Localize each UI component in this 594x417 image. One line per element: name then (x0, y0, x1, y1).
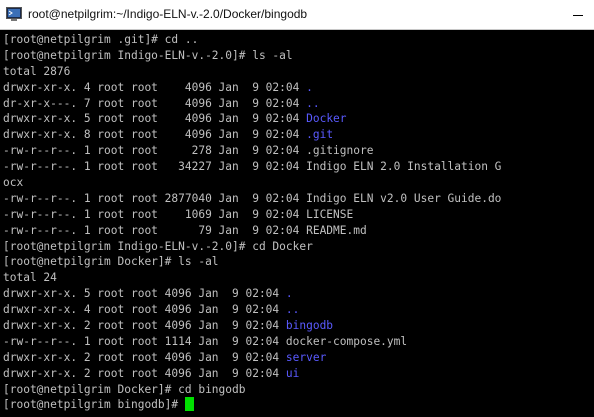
terminal-line: -rw-r--r--. 1 root root 278 Jan 9 02:04 … (3, 143, 594, 159)
terminal-text: drwxr-xr-x. 4 root root 4096 Jan 9 02:04 (3, 303, 286, 317)
terminal-line: ocx (3, 175, 594, 191)
terminal-line: drwxr-xr-x. 5 root root 4096 Jan 9 02:04… (3, 286, 594, 302)
terminal-text: total 2876 (3, 64, 71, 78)
terminal-text: drwxr-xr-x. 8 root root 4096 Jan 9 02:04 (3, 128, 307, 142)
directory-name: .. (285, 303, 300, 317)
directory-name: bingodb (285, 319, 334, 333)
terminal-text: drwxr-xr-x. 5 root root 4096 Jan 9 02:04 (3, 112, 307, 126)
terminal-line: -rw-r--r--. 1 root root 1069 Jan 9 02:04… (3, 207, 594, 223)
terminal-text: -rw-r--r--. 1 root root 278 Jan 9 02:04 … (3, 144, 374, 158)
terminal-line: drwxr-xr-x. 4 root root 4096 Jan 9 02:04… (3, 80, 594, 96)
terminal-text: dr-xr-x---. 7 root root 4096 Jan 9 02:04 (3, 96, 307, 110)
directory-name: . (285, 287, 293, 301)
terminal-text: -rw-r--r--. 1 root root 34227 Jan 9 02:0… (3, 160, 502, 174)
terminal-line: drwxr-xr-x. 8 root root 4096 Jan 9 02:04… (3, 127, 594, 143)
terminal-line: [root@netpilgrim Docker]# ls -al (3, 254, 594, 270)
directory-name: .. (306, 96, 320, 110)
minimize-button[interactable] (566, 6, 590, 24)
terminal-line: -rw-r--r--. 1 root root 34227 Jan 9 02:0… (3, 159, 594, 175)
terminal-app-icon (6, 7, 22, 21)
terminal-line: drwxr-xr-x. 2 root root 4096 Jan 9 02:04… (3, 318, 594, 334)
terminal-text: [root@netpilgrim Indigo-ELN-v.-2.0]# ls … (3, 48, 293, 62)
terminal-text: -rw-r--r--. 1 root root 2877040 Jan 9 02… (3, 191, 502, 205)
terminal-text: drwxr-xr-x. 5 root root 4096 Jan 9 02:04 (3, 287, 286, 301)
terminal-text: [root@netpilgrim bingodb]# (3, 398, 185, 412)
title-bar[interactable]: root@netpilgrim:~/Indigo-ELN-v.-2.0/Dock… (0, 0, 594, 30)
terminal-line: drwxr-xr-x. 5 root root 4096 Jan 9 02:04… (3, 111, 594, 127)
terminal-line: total 2876 (3, 64, 594, 80)
terminal-text: drwxr-xr-x. 2 root root 4096 Jan 9 02:04 (3, 350, 286, 364)
directory-name: server (285, 350, 327, 364)
terminal-window: root@netpilgrim:~/Indigo-ELN-v.-2.0/Dock… (0, 0, 594, 417)
terminal-line: dr-xr-x---. 7 root root 4096 Jan 9 02:04… (3, 96, 594, 112)
terminal-output[interactable]: [root@netpilgrim .git]# cd .. [root@netpi… (3, 32, 594, 417)
terminal-line: [root@netpilgrim Docker]# cd bingodb (3, 382, 594, 398)
terminal-text: -rw-r--r--. 1 root root 1069 Jan 9 02:04… (3, 207, 354, 221)
terminal-line: -rw-r--r--. 1 root root 79 Jan 9 02:04 R… (3, 223, 594, 239)
terminal-text: -rw-r--r--. 1 root root 1114 Jan 9 02:04… (3, 334, 408, 348)
terminal-line: drwxr-xr-x. 2 root root 4096 Jan 9 02:04… (3, 366, 594, 382)
terminal-line: drwxr-xr-x. 4 root root 4096 Jan 9 02:04… (3, 302, 594, 318)
terminal-line: -rw-r--r--. 1 root root 2877040 Jan 9 02… (3, 191, 594, 207)
directory-name: . (306, 80, 313, 94)
window-title: root@netpilgrim:~/Indigo-ELN-v.-2.0/Dock… (28, 7, 308, 21)
terminal-line: [root@netpilgrim Indigo-ELN-v.-2.0]# ls … (3, 48, 594, 64)
cursor (184, 397, 194, 412)
directory-name: ui (285, 366, 300, 380)
terminal-text: -rw-r--r--. 1 root root 79 Jan 9 02:04 R… (3, 223, 367, 237)
terminal-text: [root@netpilgrim .git]# cd .. (3, 33, 199, 46)
terminal-text: drwxr-xr-x. 2 root root 4096 Jan 9 02:04 (3, 366, 286, 380)
terminal-line: [root@netpilgrim .git]# cd .. (3, 32, 594, 48)
terminal-line: drwxr-xr-x. 2 root root 4096 Jan 9 02:04… (3, 350, 594, 366)
terminal-line: total 24 (3, 270, 594, 286)
minimize-icon (573, 14, 583, 16)
terminal-text: ocx (3, 176, 24, 190)
terminal-line: [root@netpilgrim Indigo-ELN-v.-2.0]# cd … (3, 239, 594, 255)
terminal-text: drwxr-xr-x. 2 root root 4096 Jan 9 02:04 (3, 319, 286, 333)
terminal-text: total 24 (3, 271, 57, 285)
terminal-text: drwxr-xr-x. 4 root root 4096 Jan 9 02:04 (3, 80, 307, 94)
terminal-line: -rw-r--r--. 1 root root 1114 Jan 9 02:04… (3, 334, 594, 350)
terminal-text: [root@netpilgrim Docker]# ls -al (3, 255, 219, 269)
terminal-line: [root@netpilgrim bingodb]# (3, 397, 594, 413)
directory-name: Docker (306, 112, 347, 126)
directory-name: .git (306, 128, 334, 142)
terminal-text: [root@netpilgrim Docker]# cd bingodb (3, 382, 246, 396)
terminal-text: [root@netpilgrim Indigo-ELN-v.-2.0]# cd … (3, 239, 313, 253)
